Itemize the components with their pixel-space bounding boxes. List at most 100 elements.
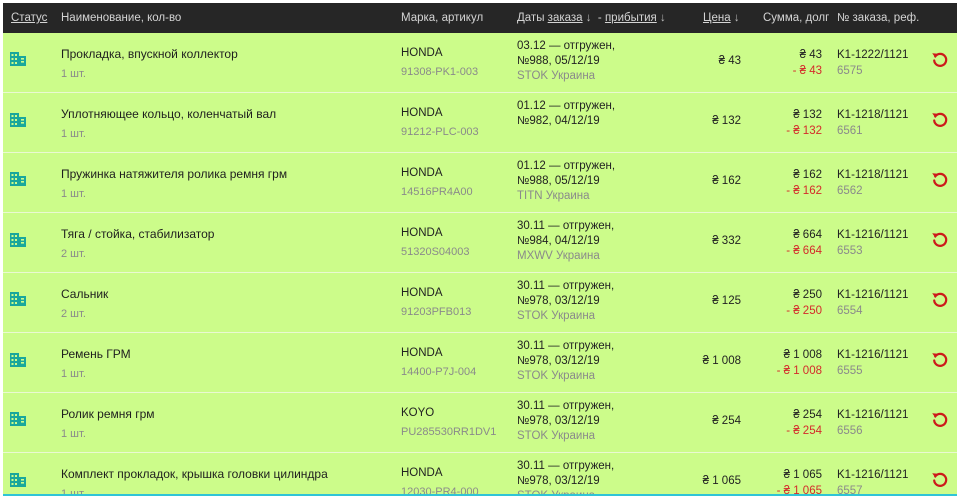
undo-icon[interactable] xyxy=(931,50,949,71)
item-quantity: 2 шт. xyxy=(61,248,86,260)
order-number: K1-1222/1121 xyxy=(837,49,909,61)
building-icon[interactable] xyxy=(10,292,26,309)
price-column-header[interactable]: Цена ↓ xyxy=(703,12,740,24)
shipment-status: 01.12 — отгружен, xyxy=(517,160,616,172)
item-name: Сальник xyxy=(61,287,109,301)
item-quantity: 1 шт. xyxy=(61,428,86,440)
sort-arrow-icon: ↓ xyxy=(585,12,592,24)
sum-cell: ₴ 132 - ₴ 132 xyxy=(786,107,822,139)
supplier: STOK Украина xyxy=(517,370,596,382)
item-name: Ролик ремня грм xyxy=(61,407,155,421)
item-name: Ремень ГРМ xyxy=(61,347,131,361)
debt-value: - ₴ 1 008 xyxy=(776,365,822,377)
brand-cell: HONDA 91203PFB013 xyxy=(401,287,471,318)
shipment-number-date: №978, 03/12/19 xyxy=(517,355,600,367)
sum-value: ₴ 1 008 xyxy=(783,349,822,361)
undo-icon[interactable] xyxy=(931,350,949,371)
building-icon[interactable] xyxy=(10,52,26,69)
table-row: Прокладка, впускной коллектор 1 шт. HOND… xyxy=(3,33,957,92)
item-name: Прокладка, впускной коллектор xyxy=(61,47,238,61)
brand-name: HONDA xyxy=(401,467,443,479)
table-row: Тяга / стойка, стабилизатор 2 шт. HONDA … xyxy=(3,212,957,272)
brand-name: HONDA xyxy=(401,107,443,119)
sort-arrow-icon: ↓ xyxy=(733,12,740,24)
sum-cell: ₴ 1 008 - ₴ 1 008 xyxy=(777,347,822,379)
article-number: 12030-PR4-000 xyxy=(401,486,479,496)
dates-cell: 30.11 — отгружен, №984, 04/12/19 MXWV Ук… xyxy=(517,219,614,264)
sort-arrow-icon: ↓ xyxy=(659,12,666,24)
price-cell: ₴ 1 008 xyxy=(702,355,741,367)
sort-by-order-date[interactable]: заказа xyxy=(548,12,583,24)
price-cell: ₴ 125 xyxy=(712,295,741,307)
dates-label: Даты xyxy=(517,12,545,24)
item-name-cell: Комплект прокладок, крышка головки цилин… xyxy=(61,467,328,494)
brand-cell: HONDA 91212-PLC-003 xyxy=(401,107,479,138)
item-quantity: 1 шт. xyxy=(61,128,86,140)
undo-icon[interactable] xyxy=(931,410,949,431)
shipment-status: 30.11 — отгружен, xyxy=(517,280,615,292)
sum-cell: ₴ 162 - ₴ 162 xyxy=(786,167,822,199)
building-icon[interactable] xyxy=(10,233,26,250)
shipment-number-date: №988, 05/12/19 xyxy=(517,55,600,67)
undo-icon[interactable] xyxy=(931,110,949,131)
dates-column-header: Даты заказа ↓ - прибытия ↓ xyxy=(517,12,666,24)
article-number: PU285530RR1DV1 xyxy=(401,426,497,438)
sum-value: ₴ 664 xyxy=(793,229,822,241)
building-icon[interactable] xyxy=(10,172,26,189)
debt-value: - ₴ 132 xyxy=(786,125,822,137)
building-icon[interactable] xyxy=(10,353,26,370)
reference-number: 6561 xyxy=(837,125,863,137)
orders-table: Статус Наименование, кол-во Марка, артик… xyxy=(3,3,957,496)
building-icon[interactable] xyxy=(10,113,26,130)
order-ref-cell: K1-1216/1121 6554 xyxy=(837,287,908,319)
undo-icon[interactable] xyxy=(931,470,949,491)
brand-name: HONDA xyxy=(401,227,443,239)
shipment-status: 03.12 — отгружен, xyxy=(517,40,616,52)
sum-value: ₴ 132 xyxy=(793,109,822,121)
dates-cell: 30.11 — отгружен, №978, 03/12/19 STOK Ук… xyxy=(517,399,614,444)
undo-icon[interactable] xyxy=(931,170,949,191)
status-column-header[interactable]: Статус xyxy=(11,12,47,24)
sum-value: ₴ 1 065 xyxy=(783,469,822,481)
shipment-status: 30.11 — отгружен, xyxy=(517,220,615,232)
reference-number: 6553 xyxy=(837,245,863,257)
reference-number: 6556 xyxy=(837,425,863,437)
sort-by-price[interactable]: Цена xyxy=(703,12,731,24)
sort-by-arrival-date[interactable]: прибытия xyxy=(605,12,657,24)
shipment-status: 30.11 — отгружен, xyxy=(517,340,615,352)
dates-cell: 01.12 — отгружен, №988, 05/12/19 TITN Ук… xyxy=(517,159,615,204)
building-icon[interactable] xyxy=(10,473,26,490)
building-icon[interactable] xyxy=(10,412,26,429)
sum-column-header: Сумма, долг xyxy=(763,12,830,24)
debt-value: - ₴ 254 xyxy=(786,425,822,437)
debt-value: - ₴ 250 xyxy=(786,305,822,317)
brand-cell: HONDA 14400-P7J-004 xyxy=(401,347,476,378)
sum-cell: ₴ 1 065 - ₴ 1 065 xyxy=(777,467,822,494)
item-name-cell: Ремень ГРМ 1 шт. xyxy=(61,347,131,380)
supplier: STOK Украина xyxy=(517,490,596,496)
supplier: STOK Украина xyxy=(517,70,596,82)
brand-cell: KOYO PU285530RR1DV1 xyxy=(401,407,496,438)
table-row: Ролик ремня грм 1 шт. KOYO PU285530RR1DV… xyxy=(3,392,957,452)
order-ref-cell: K1-1216/1121 6553 xyxy=(837,227,908,259)
price-cell: ₴ 132 xyxy=(712,115,741,127)
order-ref-cell: K1-1218/1121 6561 xyxy=(837,107,908,139)
order-number: K1-1216/1121 xyxy=(837,289,909,301)
order-number: K1-1216/1121 xyxy=(837,229,909,241)
reference-number: 6554 xyxy=(837,305,863,317)
dates-cell: 30.11 — отгружен, №978, 03/12/19 STOK Ук… xyxy=(517,339,614,384)
order-ref-cell: K1-1216/1121 6556 xyxy=(837,407,908,439)
item-quantity: 1 шт. xyxy=(61,68,86,80)
debt-value: - ₴ 664 xyxy=(786,245,822,257)
undo-icon[interactable] xyxy=(931,230,949,251)
article-number: 91212-PLC-003 xyxy=(401,126,479,138)
undo-icon[interactable] xyxy=(931,290,949,311)
debt-value: - ₴ 162 xyxy=(786,185,822,197)
item-name: Пружинка натяжителя ролика ремня грм xyxy=(61,167,288,181)
order-ref-cell: K1-1216/1121 6555 xyxy=(837,347,908,379)
item-name-cell: Ролик ремня грм 1 шт. xyxy=(61,407,155,440)
order-number: K1-1216/1121 xyxy=(837,349,909,361)
order-number: K1-1216/1121 xyxy=(837,409,909,421)
shipment-number-date: №984, 04/12/19 xyxy=(517,235,600,247)
item-name-cell: Тяга / стойка, стабилизатор 2 шт. xyxy=(61,227,214,260)
